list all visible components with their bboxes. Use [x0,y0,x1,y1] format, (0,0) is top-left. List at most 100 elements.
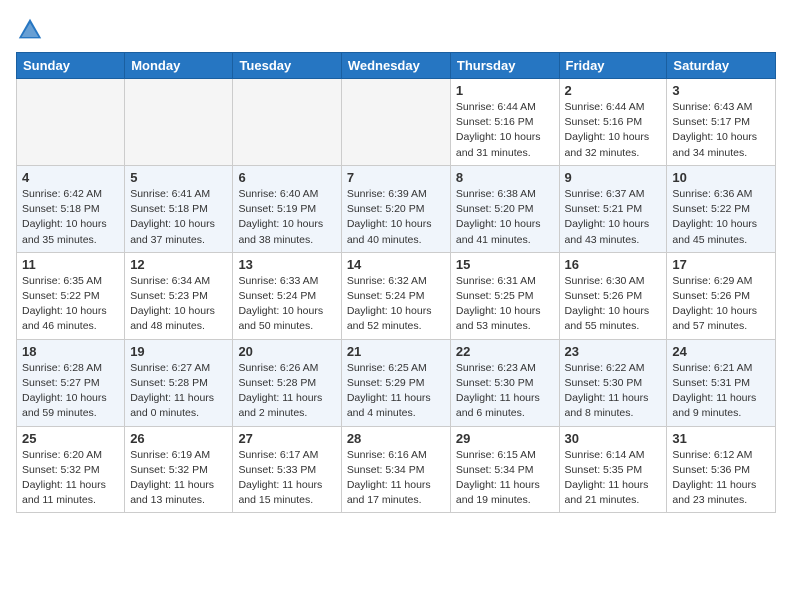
day-header-sunday: Sunday [17,53,125,79]
day-info: Sunrise: 6:28 AMSunset: 5:27 PMDaylight:… [22,361,119,422]
day-number: 10 [672,170,770,185]
day-number: 18 [22,344,119,359]
calendar-day-cell: 1 Sunrise: 6:44 AMSunset: 5:16 PMDaylight… [450,79,559,166]
day-number: 8 [456,170,554,185]
day-info: Sunrise: 6:33 AMSunset: 5:24 PMDaylight:… [238,274,335,335]
day-number: 11 [22,257,119,272]
calendar-day-cell: 12 Sunrise: 6:34 AMSunset: 5:23 PMDayligh… [125,252,233,339]
day-number: 30 [565,431,662,446]
day-info: Sunrise: 6:36 AMSunset: 5:22 PMDaylight:… [672,187,770,248]
day-info: Sunrise: 6:23 AMSunset: 5:30 PMDaylight:… [456,361,554,422]
calendar-day-cell: 11 Sunrise: 6:35 AMSunset: 5:22 PMDayligh… [17,252,125,339]
calendar-day-cell: 23 Sunrise: 6:22 AMSunset: 5:30 PMDayligh… [559,339,667,426]
calendar-day-cell [125,79,233,166]
day-number: 26 [130,431,227,446]
day-header-friday: Friday [559,53,667,79]
day-info: Sunrise: 6:27 AMSunset: 5:28 PMDaylight:… [130,361,227,422]
calendar-day-cell: 22 Sunrise: 6:23 AMSunset: 5:30 PMDayligh… [450,339,559,426]
day-info: Sunrise: 6:43 AMSunset: 5:17 PMDaylight:… [672,100,770,161]
day-info: Sunrise: 6:38 AMSunset: 5:20 PMDaylight:… [456,187,554,248]
calendar-header-row: SundayMondayTuesdayWednesdayThursdayFrid… [17,53,776,79]
calendar-day-cell: 28 Sunrise: 6:16 AMSunset: 5:34 PMDayligh… [341,426,450,513]
day-number: 22 [456,344,554,359]
day-number: 1 [456,83,554,98]
logo-icon [16,16,44,44]
day-number: 2 [565,83,662,98]
calendar-day-cell: 25 Sunrise: 6:20 AMSunset: 5:32 PMDayligh… [17,426,125,513]
day-number: 15 [456,257,554,272]
day-info: Sunrise: 6:32 AMSunset: 5:24 PMDaylight:… [347,274,445,335]
calendar-day-cell: 31Sunrise: 6:12 AMSunset: 5:36 PMDayligh… [667,426,776,513]
day-header-tuesday: Tuesday [233,53,341,79]
day-number: 14 [347,257,445,272]
calendar-day-cell: 5Sunrise: 6:41 AMSunset: 5:18 PMDaylight… [125,165,233,252]
day-info: Sunrise: 6:22 AMSunset: 5:30 PMDaylight:… [565,361,662,422]
day-info: Sunrise: 6:17 AMSunset: 5:33 PMDaylight:… [238,448,335,509]
day-number: 23 [565,344,662,359]
calendar-day-cell: 7Sunrise: 6:39 AMSunset: 5:20 PMDaylight… [341,165,450,252]
calendar-day-cell [233,79,341,166]
day-info: Sunrise: 6:19 AMSunset: 5:32 PMDaylight:… [130,448,227,509]
day-info: Sunrise: 6:12 AMSunset: 5:36 PMDaylight:… [672,448,770,509]
day-info: Sunrise: 6:35 AMSunset: 5:22 PMDaylight:… [22,274,119,335]
calendar-day-cell: 10 Sunrise: 6:36 AMSunset: 5:22 PMDayligh… [667,165,776,252]
day-number: 27 [238,431,335,446]
day-header-saturday: Saturday [667,53,776,79]
calendar-day-cell: 27 Sunrise: 6:17 AMSunset: 5:33 PMDayligh… [233,426,341,513]
calendar-day-cell: 17 Sunrise: 6:29 AMSunset: 5:26 PMDayligh… [667,252,776,339]
day-number: 28 [347,431,445,446]
day-info: Sunrise: 6:34 AMSunset: 5:23 PMDaylight:… [130,274,227,335]
day-number: 25 [22,431,119,446]
day-info: Sunrise: 6:15 AMSunset: 5:34 PMDaylight:… [456,448,554,509]
day-number: 9 [565,170,662,185]
day-number: 7 [347,170,445,185]
day-info: Sunrise: 6:25 AMSunset: 5:29 PMDaylight:… [347,361,445,422]
day-number: 5 [130,170,227,185]
day-info: Sunrise: 6:16 AMSunset: 5:34 PMDaylight:… [347,448,445,509]
day-info: Sunrise: 6:40 AMSunset: 5:19 PMDaylight:… [238,187,335,248]
calendar-day-cell [17,79,125,166]
day-info: Sunrise: 6:14 AMSunset: 5:35 PMDaylight:… [565,448,662,509]
calendar-day-cell: 13 Sunrise: 6:33 AMSunset: 5:24 PMDayligh… [233,252,341,339]
calendar-week-row: 18 Sunrise: 6:28 AMSunset: 5:27 PMDayligh… [17,339,776,426]
day-number: 17 [672,257,770,272]
calendar-day-cell: 21 Sunrise: 6:25 AMSunset: 5:29 PMDayligh… [341,339,450,426]
calendar-week-row: 11 Sunrise: 6:35 AMSunset: 5:22 PMDayligh… [17,252,776,339]
day-number: 4 [22,170,119,185]
day-info: Sunrise: 6:21 AMSunset: 5:31 PMDaylight:… [672,361,770,422]
page-header [16,16,776,44]
calendar-day-cell: 14 Sunrise: 6:32 AMSunset: 5:24 PMDayligh… [341,252,450,339]
day-number: 13 [238,257,335,272]
day-info: Sunrise: 6:20 AMSunset: 5:32 PMDaylight:… [22,448,119,509]
day-number: 19 [130,344,227,359]
calendar-day-cell: 6 Sunrise: 6:40 AMSunset: 5:19 PMDaylight… [233,165,341,252]
calendar-day-cell: 26 Sunrise: 6:19 AMSunset: 5:32 PMDayligh… [125,426,233,513]
calendar-table: SundayMondayTuesdayWednesdayThursdayFrid… [16,52,776,513]
day-header-monday: Monday [125,53,233,79]
calendar-week-row: 4Sunrise: 6:42 AMSunset: 5:18 PMDaylight… [17,165,776,252]
day-number: 6 [238,170,335,185]
day-info: Sunrise: 6:29 AMSunset: 5:26 PMDaylight:… [672,274,770,335]
day-number: 29 [456,431,554,446]
calendar-day-cell: 15 Sunrise: 6:31 AMSunset: 5:25 PMDayligh… [450,252,559,339]
calendar-day-cell: 3 Sunrise: 6:43 AMSunset: 5:17 PMDaylight… [667,79,776,166]
logo [16,16,50,44]
day-number: 12 [130,257,227,272]
calendar-day-cell: 4Sunrise: 6:42 AMSunset: 5:18 PMDaylight… [17,165,125,252]
day-number: 3 [672,83,770,98]
calendar-day-cell: 24Sunrise: 6:21 AMSunset: 5:31 PMDayligh… [667,339,776,426]
calendar-day-cell: 30 Sunrise: 6:14 AMSunset: 5:35 PMDayligh… [559,426,667,513]
calendar-day-cell [341,79,450,166]
day-info: Sunrise: 6:44 AMSunset: 5:16 PMDaylight:… [565,100,662,161]
day-info: Sunrise: 6:37 AMSunset: 5:21 PMDaylight:… [565,187,662,248]
day-number: 20 [238,344,335,359]
day-info: Sunrise: 6:30 AMSunset: 5:26 PMDaylight:… [565,274,662,335]
day-info: Sunrise: 6:26 AMSunset: 5:28 PMDaylight:… [238,361,335,422]
calendar-week-row: 25 Sunrise: 6:20 AMSunset: 5:32 PMDayligh… [17,426,776,513]
day-info: Sunrise: 6:44 AMSunset: 5:16 PMDaylight:… [456,100,554,161]
day-info: Sunrise: 6:31 AMSunset: 5:25 PMDaylight:… [456,274,554,335]
day-header-wednesday: Wednesday [341,53,450,79]
calendar-day-cell: 16Sunrise: 6:30 AMSunset: 5:26 PMDayligh… [559,252,667,339]
day-number: 21 [347,344,445,359]
day-header-thursday: Thursday [450,53,559,79]
